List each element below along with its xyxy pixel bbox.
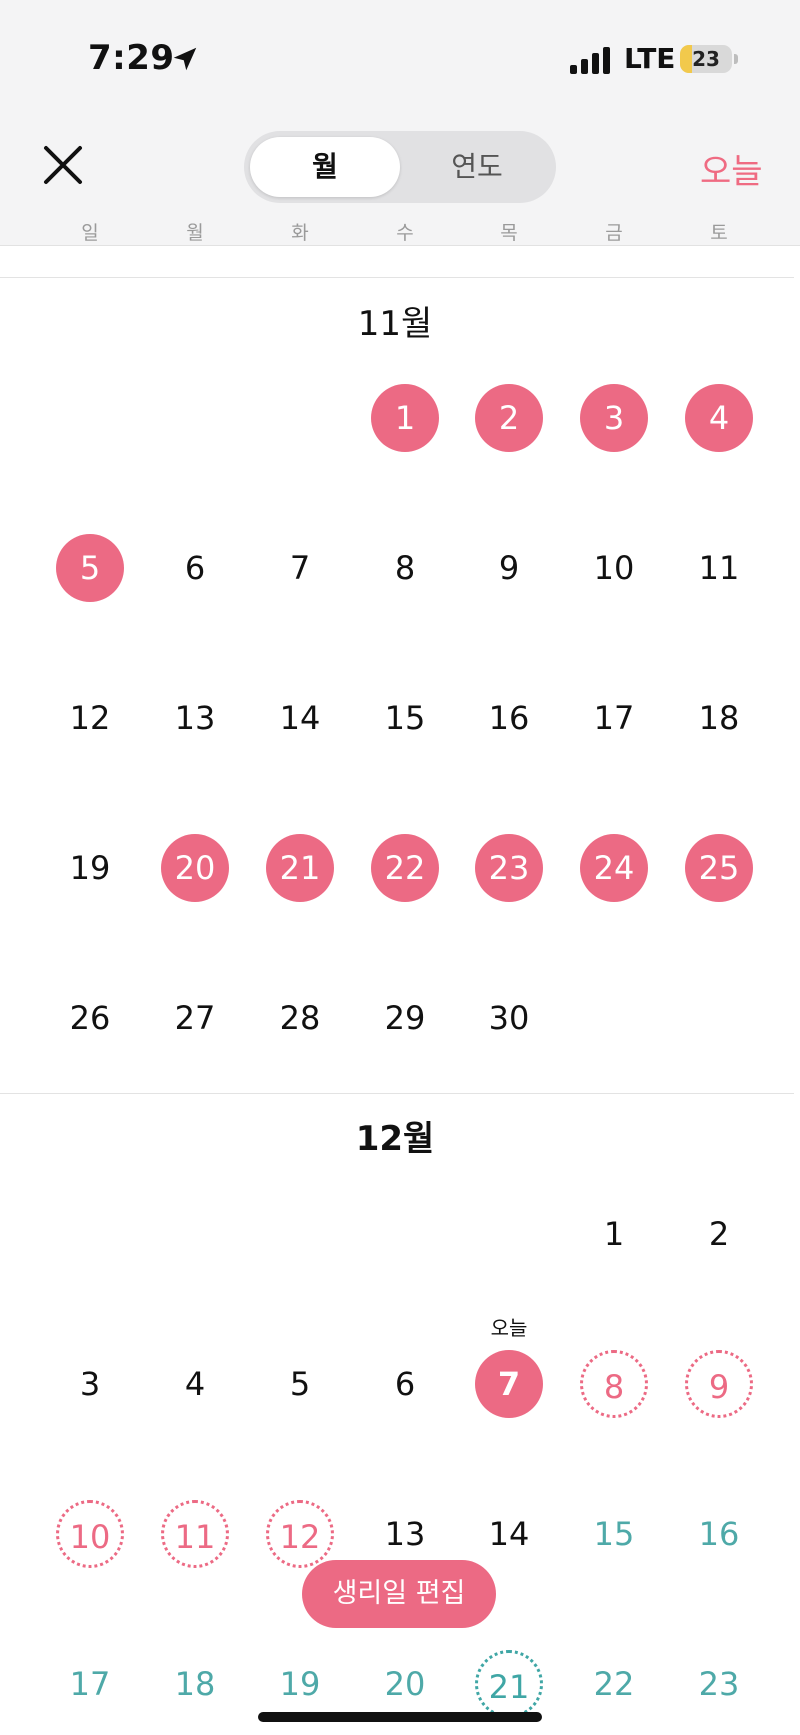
calendar-day-fertile[interactable]: 23 — [685, 1650, 753, 1718]
calendar-day[interactable]: 6 — [371, 1350, 439, 1418]
calendar-day-period[interactable]: 1 — [371, 384, 439, 452]
calendar-day[interactable]: 8 — [371, 534, 439, 602]
close-icon[interactable] — [38, 140, 88, 190]
battery-tip — [734, 54, 738, 64]
home-indicator — [258, 1712, 542, 1722]
calendar-day[interactable]: 6 — [161, 534, 229, 602]
calendar-day[interactable]: 30 — [475, 984, 543, 1052]
calendar-day[interactable]: 18 — [685, 684, 753, 752]
weekday-label: 수 — [396, 222, 414, 244]
weekday-row: 일월화수목금토 — [0, 218, 800, 244]
calendar-day-period[interactable]: 24 — [580, 834, 648, 902]
today-marker-label: 오늘 — [490, 1316, 528, 1340]
calendar-day[interactable]: 5 — [266, 1350, 334, 1418]
weekday-label: 화 — [291, 222, 309, 244]
weekday-label: 일 — [81, 222, 99, 244]
calendar-day[interactable]: 16 — [475, 684, 543, 752]
calendar-day-period[interactable]: 22 — [371, 834, 439, 902]
calendar-day[interactable]: 10 — [580, 534, 648, 602]
calendar-day[interactable]: 15 — [371, 684, 439, 752]
calendar-day[interactable]: 11 — [685, 534, 753, 602]
calendar-day-fertile[interactable]: 20 — [371, 1650, 439, 1718]
calendar-day-period[interactable]: 2 — [475, 384, 543, 452]
month-divider — [0, 1093, 794, 1094]
battery-level: 23 — [692, 47, 720, 71]
calendar-day[interactable]: 2 — [685, 1200, 753, 1268]
calendar-day-period[interactable]: 5 — [56, 534, 124, 602]
segment-year[interactable]: 연도 — [402, 137, 552, 197]
calendar-day[interactable]: 13 — [161, 684, 229, 752]
calendar-day[interactable]: 17 — [580, 684, 648, 752]
calendar-day-predicted[interactable]: 11 — [161, 1500, 229, 1568]
calendar-day-fertile-ring[interactable]: 21 — [475, 1650, 543, 1718]
calendar-day-period[interactable]: 23 — [475, 834, 543, 902]
calendar-day-period[interactable]: 21 — [266, 834, 334, 902]
today-button[interactable]: 오늘 — [700, 144, 763, 193]
calendar-day[interactable]: 14 — [475, 1500, 543, 1568]
calendar-day[interactable]: 28 — [266, 984, 334, 1052]
calendar-day[interactable]: 19 — [56, 834, 124, 902]
calendar-day[interactable]: 1 — [580, 1200, 648, 1268]
calendar-day[interactable]: 29 — [371, 984, 439, 1052]
weekday-label: 토 — [710, 222, 728, 244]
calendar-day[interactable]: 14 — [266, 684, 334, 752]
calendar-day-period[interactable]: 20 — [161, 834, 229, 902]
calendar-day[interactable]: 12 — [56, 684, 124, 752]
weekday-label: 금 — [605, 222, 623, 244]
location-arrow-icon — [173, 47, 197, 71]
status-time: 7:29 — [88, 38, 175, 78]
calendar-day-predicted[interactable]: 10 — [56, 1500, 124, 1568]
calendar-day-fertile[interactable]: 16 — [685, 1500, 753, 1568]
cellular-signal-icon — [570, 46, 612, 74]
weekday-label: 월 — [186, 222, 204, 244]
calendar-day-fertile[interactable]: 17 — [56, 1650, 124, 1718]
segment-month[interactable]: 월 — [250, 137, 400, 197]
calendar-day-fertile[interactable]: 22 — [580, 1650, 648, 1718]
calendar-day[interactable]: 26 — [56, 984, 124, 1052]
calendar-day[interactable]: 7 — [266, 534, 334, 602]
calendar-day-fertile[interactable]: 18 — [161, 1650, 229, 1718]
calendar-day-period[interactable]: 3 — [580, 384, 648, 452]
calendar-day-period[interactable]: 4 — [685, 384, 753, 452]
edit-period-button[interactable]: 생리일 편집 — [302, 1560, 496, 1628]
calendar-day[interactable]: 4 — [161, 1350, 229, 1418]
view-segmented-control: 월 연도 — [244, 131, 556, 203]
calendar-day-predicted[interactable]: 9 — [685, 1350, 753, 1418]
calendar-day[interactable]: 13 — [371, 1500, 439, 1568]
month-divider — [0, 277, 794, 278]
calendar-day-predicted[interactable]: 12 — [266, 1500, 334, 1568]
calendar-day[interactable]: 27 — [161, 984, 229, 1052]
status-bar: 7:29 LTE 23 — [0, 0, 800, 115]
calendar-day-period[interactable]: 25 — [685, 834, 753, 902]
weekday-label: 목 — [500, 222, 518, 244]
calendar-day-today[interactable]: 7 — [475, 1350, 543, 1418]
calendar-day-predicted[interactable]: 8 — [580, 1350, 648, 1418]
calendar-day-fertile[interactable]: 19 — [266, 1650, 334, 1718]
calendar-day[interactable]: 9 — [475, 534, 543, 602]
network-type: LTE — [624, 42, 676, 75]
battery-icon: 23 — [680, 45, 732, 73]
calendar-day[interactable]: 3 — [56, 1350, 124, 1418]
month-title: 11월 — [357, 304, 433, 344]
calendar-day-fertile[interactable]: 15 — [580, 1500, 648, 1568]
month-title: 12월 — [355, 1119, 435, 1159]
